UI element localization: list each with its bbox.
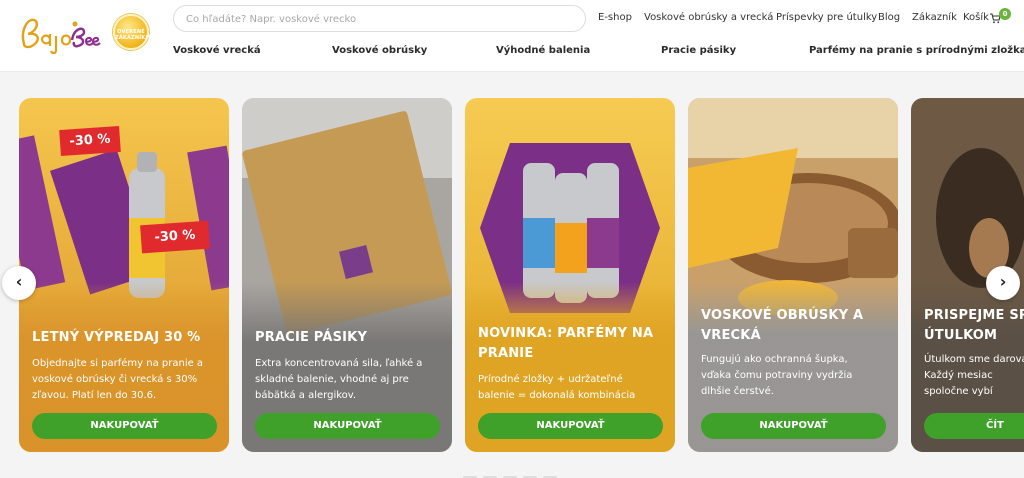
card-description: Extra koncentrovaná sila, ľahké a skladn…	[255, 358, 423, 401]
nav-wax-wraps[interactable]: Voskové obrúsky a vrecká	[644, 12, 773, 23]
sale-sticker: -30 %	[59, 125, 121, 157]
chevron-left-icon[interactable]: ‹	[2, 266, 36, 300]
read-button[interactable]: ČÍT	[924, 413, 1024, 439]
category-laundry-strips[interactable]: Pracie pásiky	[661, 45, 736, 56]
cart-count-badge: 0	[999, 8, 1011, 20]
card-title: LETNÝ VÝPREDAJ 30 %	[32, 330, 201, 345]
card-title: VOSKOVÉ OBRÚSKY A VRECKÁ	[701, 308, 864, 343]
search-input[interactable]	[186, 10, 576, 28]
category-laundry-perfumes[interactable]: Parfémy na pranie s prírodnými zložkami	[809, 45, 1024, 56]
card-description: Objednajte si parfémy na pranie a voskov…	[32, 358, 204, 401]
card-description: Útulkom sme darovali Každý mesiac spoloč…	[924, 354, 1024, 397]
card-title: NOVINKA: PARFÉMY NA PRANIE	[478, 326, 654, 361]
nav-eshop[interactable]: E-shop	[598, 12, 632, 23]
promo-card-wax-wraps[interactable]: VOSKOVÉ OBRÚSKY A VRECKÁ Fungujú ako och…	[688, 98, 898, 452]
shop-button[interactable]: NAKUPOVAŤ	[478, 413, 663, 439]
promo-card-laundry-strips[interactable]: PRACIE PÁSIKY Extra koncentrovaná sila, …	[242, 98, 452, 452]
nav-cart[interactable]: Košík	[963, 12, 989, 23]
search-box[interactable]	[173, 5, 586, 32]
promo-card-laundry-perfume[interactable]: NOVINKA: PARFÉMY NA PRANIE Prírodné zlož…	[465, 98, 675, 452]
verified-badge: OVERENÉ ZÁKAZNÍKMI	[113, 14, 153, 50]
card-title: PRACIE PÁSIKY	[255, 330, 368, 345]
chevron-right-icon[interactable]: ›	[986, 266, 1020, 300]
badge-text: OVERENÉ ZÁKAZNÍKMI	[115, 29, 153, 41]
nav-blog[interactable]: Blog	[878, 12, 900, 23]
shop-button[interactable]: NAKUPOVAŤ	[255, 413, 440, 439]
nav-customer[interactable]: Zákazník	[912, 12, 957, 23]
category-wax-wraps[interactable]: Voskové obrúsky	[332, 45, 427, 56]
category-value-packs[interactable]: Výhodné balenia	[496, 45, 590, 56]
shop-button[interactable]: NAKUPOVAŤ	[32, 413, 217, 439]
category-wax-bags[interactable]: Voskové vrecká	[173, 45, 261, 56]
promo-card-summer-sale[interactable]: -30 % -30 % LETNÝ VÝPREDAJ 30 % Objednaj…	[19, 98, 229, 452]
sale-sticker: -30 %	[140, 220, 210, 254]
card-title: PRISPEJME SPOLU ÚTULKOM	[924, 308, 1024, 343]
card-description: Fungujú ako ochranná šupka, vďaka čomu p…	[701, 354, 853, 397]
site-header: OVERENÉ ZÁKAZNÍKMI E-shop Voskové obrúsk…	[0, 0, 1024, 72]
card-description: Prírodné zložky + udržateľné balenie = d…	[478, 374, 636, 401]
slider-pagination	[463, 464, 563, 478]
shop-button[interactable]: NAKUPOVAŤ	[701, 413, 886, 439]
logo[interactable]	[18, 10, 102, 54]
nav-shelter-contributions[interactable]: Príspevky pre útulky	[776, 12, 877, 23]
